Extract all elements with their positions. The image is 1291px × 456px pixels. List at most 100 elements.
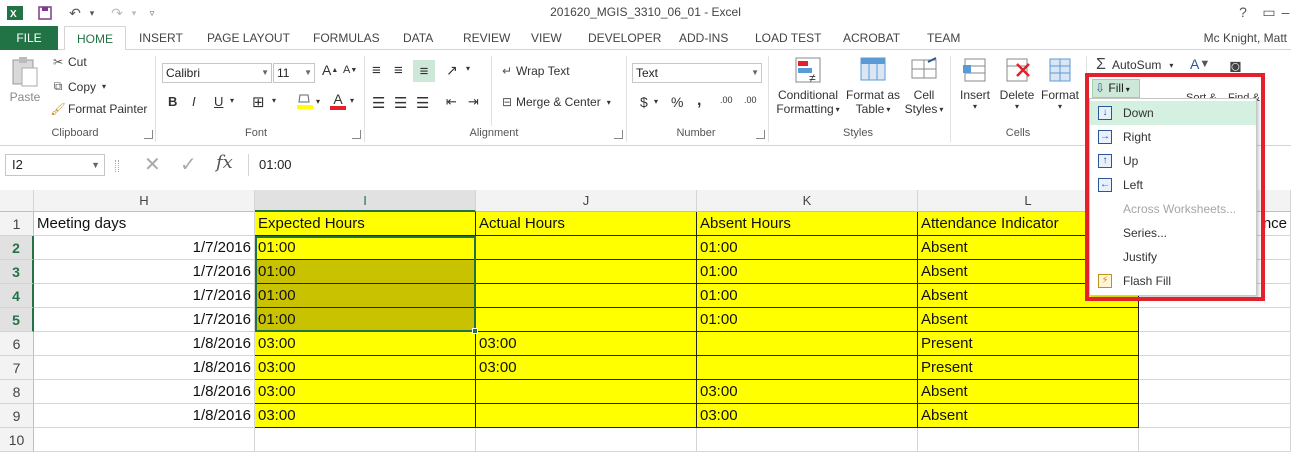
cell-h3[interactable]: 1/7/2016 <box>34 260 255 284</box>
sort-filter-icon[interactable]: A ▼ <box>1190 56 1210 72</box>
grip-icon[interactable] <box>115 160 119 172</box>
currency-dropdown-icon[interactable]: ▾ <box>654 97 658 106</box>
cell-k2[interactable]: 01:00 <box>697 236 918 260</box>
bold-button[interactable]: B <box>168 94 177 109</box>
cell-i6[interactable]: 03:00 <box>255 332 476 356</box>
decrease-indent-icon[interactable]: ⇤ <box>446 94 457 110</box>
row-header[interactable]: 9 <box>0 404 34 428</box>
currency-button[interactable]: $ <box>640 94 648 110</box>
restore-ribbon-icon[interactable]: ▭ <box>1258 2 1280 22</box>
fill-menu-item-series[interactable]: Series... <box>1090 221 1256 245</box>
shrink-font-button[interactable]: A ▼ <box>343 64 357 76</box>
insert-cells-button[interactable]: Insert ▾ <box>955 56 995 111</box>
cell-i3[interactable]: 01:00 <box>255 260 476 284</box>
cell-i1[interactable]: Expected Hours <box>255 212 476 236</box>
tab-page-layout[interactable]: PAGE LAYOUT <box>207 26 290 50</box>
cell-j5[interactable] <box>476 308 697 332</box>
cell-l10[interactable] <box>918 428 1139 452</box>
cell-k5[interactable]: 01:00 <box>697 308 918 332</box>
format-cells-button[interactable]: Format ▾ <box>1039 56 1081 111</box>
cell-j9[interactable] <box>476 404 697 428</box>
cell-styles-button[interactable]: Cell Styles ▾ <box>903 56 945 116</box>
cell-i10[interactable] <box>255 428 476 452</box>
tab-formulas[interactable]: FORMULAS <box>313 26 380 50</box>
cell-m10[interactable] <box>1139 428 1291 452</box>
row-header[interactable]: 7 <box>0 356 34 380</box>
underline-button[interactable]: U <box>214 94 223 109</box>
align-right-icon[interactable]: ☰ <box>416 94 429 112</box>
grow-font-button[interactable]: A ▲ <box>322 62 338 78</box>
tab-view[interactable]: VIEW <box>531 26 562 50</box>
number-format-select[interactable]: Text ▼ <box>632 63 762 83</box>
fill-button[interactable]: ⇩ Fill ▾ <box>1092 79 1140 98</box>
cell-i5[interactable]: 01:00 <box>255 308 476 332</box>
cell-h2[interactable]: 1/7/2016 <box>34 236 255 260</box>
font-size-select[interactable]: 11 ▼ <box>273 63 315 83</box>
font-launcher-icon[interactable] <box>352 130 361 139</box>
cell-i4[interactable]: 01:00 <box>255 284 476 308</box>
font-color-dropdown-icon[interactable]: ▾ <box>350 96 354 105</box>
decrease-decimal-button[interactable]: .00 <box>744 95 757 105</box>
cell-h9[interactable]: 1/8/2016 <box>34 404 255 428</box>
tab-developer[interactable]: DEVELOPER <box>588 26 661 50</box>
font-color-button[interactable]: A <box>330 92 346 110</box>
align-middle-icon[interactable]: ≡ <box>394 62 403 79</box>
align-center-icon[interactable]: ☰ <box>394 94 407 112</box>
align-top-icon[interactable]: ≡ <box>372 62 381 79</box>
row-header[interactable]: 2 <box>0 236 34 260</box>
fill-menu-item-justify[interactable]: Justify <box>1090 245 1256 269</box>
merge-center-button[interactable]: ⊟ Merge & Center ▾ <box>498 95 611 109</box>
tab-file[interactable]: FILE <box>0 26 58 50</box>
column-header-i[interactable]: I <box>255 190 476 212</box>
tab-insert[interactable]: INSERT <box>139 26 183 50</box>
select-all-corner[interactable] <box>0 190 34 212</box>
borders-icon[interactable]: ⊞ <box>252 93 265 111</box>
cell-i8[interactable]: 03:00 <box>255 380 476 404</box>
name-box[interactable]: I2 ▼ <box>5 154 105 176</box>
tab-home[interactable]: HOME <box>64 26 126 51</box>
orientation-icon[interactable]: ↗ <box>446 62 458 79</box>
cell-m8[interactable] <box>1139 380 1291 404</box>
clipboard-launcher-icon[interactable] <box>144 130 153 139</box>
tab-review[interactable]: REVIEW <box>463 26 510 50</box>
format-painter-button[interactable]: 🖌 Format Painter <box>50 102 147 116</box>
cell-k3[interactable]: 01:00 <box>697 260 918 284</box>
row-header[interactable]: 4 <box>0 284 34 308</box>
tab-team[interactable]: TEAM <box>927 26 960 50</box>
wrap-text-button[interactable]: ↵ Wrap Text <box>498 64 570 78</box>
row-header[interactable]: 5 <box>0 308 34 332</box>
cell-k10[interactable] <box>697 428 918 452</box>
column-header-h[interactable]: H <box>34 190 255 212</box>
cell-h6[interactable]: 1/8/2016 <box>34 332 255 356</box>
number-launcher-icon[interactable] <box>756 130 765 139</box>
cell-m7[interactable] <box>1139 356 1291 380</box>
row-header[interactable]: 10 <box>0 428 34 452</box>
align-bottom-icon[interactable]: ≡ <box>413 60 435 82</box>
cell-i7[interactable]: 03:00 <box>255 356 476 380</box>
cell-m5[interactable] <box>1139 308 1291 332</box>
column-header-k[interactable]: K <box>697 190 918 212</box>
cell-k1[interactable]: Absent Hours <box>697 212 918 236</box>
cell-h4[interactable]: 1/7/2016 <box>34 284 255 308</box>
cell-i9[interactable]: 03:00 <box>255 404 476 428</box>
cell-i2[interactable]: 01:00 <box>255 236 476 260</box>
cell-m6[interactable] <box>1139 332 1291 356</box>
conditional-formatting-button[interactable]: ≠ Conditional Formatting ▾ <box>775 56 841 116</box>
cell-k9[interactable]: 03:00 <box>697 404 918 428</box>
column-header-j[interactable]: J <box>476 190 697 212</box>
increase-indent-icon[interactable]: ⇥ <box>468 94 479 110</box>
row-header[interactable]: 1 <box>0 212 34 236</box>
fill-handle[interactable] <box>472 328 478 334</box>
cell-j6[interactable]: 03:00 <box>476 332 697 356</box>
borders-dropdown-icon[interactable]: ▾ <box>272 96 276 105</box>
tab-add-ins[interactable]: ADD-INS <box>679 26 728 50</box>
tab-load-test[interactable]: LOAD TEST <box>755 26 821 50</box>
cut-button[interactable]: ✂ Cut <box>50 55 87 69</box>
fill-menu-item-down[interactable]: ↓ Down <box>1090 101 1256 125</box>
cell-h7[interactable]: 1/8/2016 <box>34 356 255 380</box>
orientation-dropdown-icon[interactable]: ▾ <box>466 64 470 73</box>
binoculars-icon[interactable]: ◙ <box>1230 56 1241 77</box>
cell-l7[interactable]: Present <box>918 356 1139 380</box>
font-name-select[interactable]: Calibri ▼ <box>162 63 272 83</box>
cell-k6[interactable] <box>697 332 918 356</box>
